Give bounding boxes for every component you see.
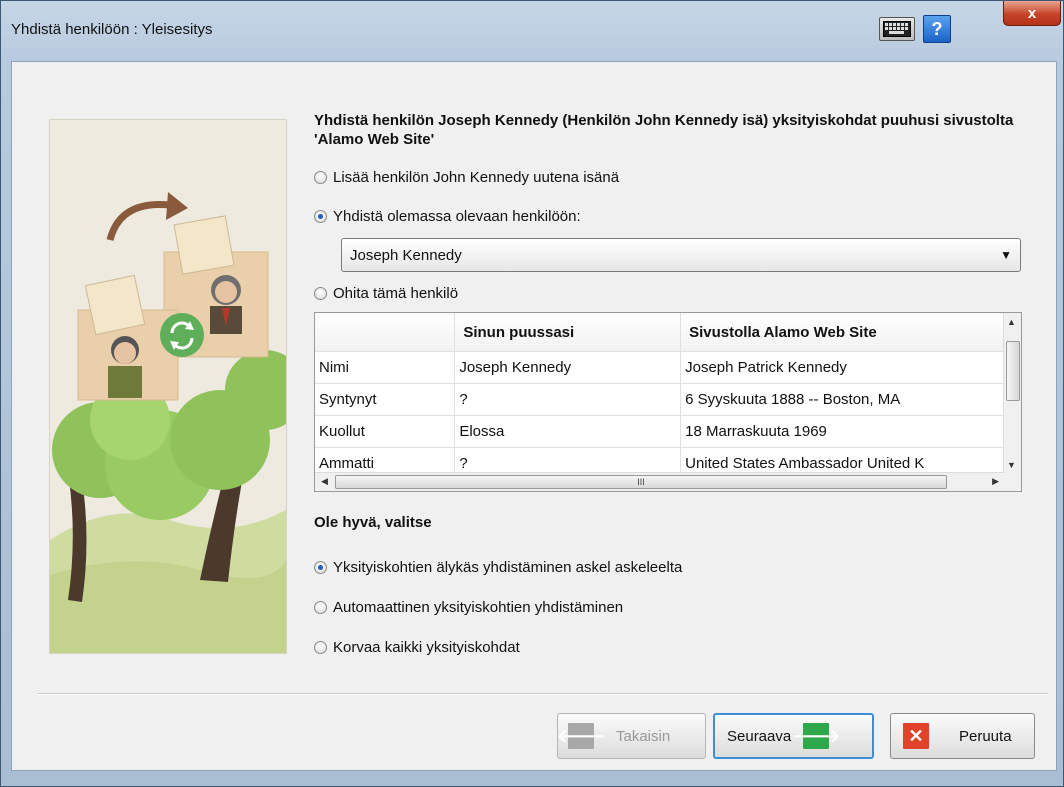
option-smart-merge-label: Yksityiskohtien älykäs yhdistäminen aske…	[333, 559, 683, 576]
table-row[interactable]: Nimi Joseph Kennedy Joseph Patrick Kenne…	[315, 351, 1005, 384]
option-merge-existing-label: Yhdistä olemassa olevaan henkilöön:	[333, 208, 581, 225]
details-table[interactable]: Sinun puussasi Sivustolla Alamo Web Site…	[314, 312, 1022, 492]
cancel-button[interactable]: ✕ Peruuta	[890, 713, 1035, 759]
vertical-scroll-thumb[interactable]	[1006, 341, 1020, 401]
window-bottom-border	[1, 770, 1063, 786]
help-icon: ?	[931, 18, 943, 39]
close-icon: x	[1027, 4, 1037, 22]
option-replace-all[interactable]: Korvaa kaikki yksityiskohdat	[314, 639, 520, 656]
option-add-as-new-label: Lisää henkilön John Kennedy uutena isänä	[333, 169, 620, 186]
arrow-right-icon: 🡒	[792, 723, 840, 749]
option-merge-existing[interactable]: Yhdistä olemassa olevaan henkilöön:	[314, 208, 581, 225]
chevron-down-icon[interactable]: ▼	[1000, 248, 1012, 262]
merge-heading: Yhdistä henkilön Joseph Kennedy (Henkilö…	[314, 112, 1014, 148]
x-icon: ✕	[903, 723, 929, 749]
cancel-button-label: Peruuta	[959, 727, 1012, 745]
table-header-row: Sinun puussasi Sivustolla Alamo Web Site	[315, 313, 1005, 352]
option-smart-merge[interactable]: Yksityiskohtien älykäs yhdistäminen aske…	[314, 559, 682, 576]
column-header-your-tree: Sinun puussasi	[454, 313, 682, 352]
radio-merge-existing[interactable]	[314, 210, 327, 223]
back-button[interactable]: 🡐 Takaisin	[557, 713, 706, 759]
option-auto-merge-label: Automaattinen yksityiskohtien yhdistämin…	[333, 599, 624, 616]
scroll-left-icon[interactable]: ◀	[321, 476, 328, 487]
button-divider	[38, 693, 1048, 695]
back-button-label: Takaisin	[616, 727, 671, 745]
table-cell: Kuollut	[315, 415, 456, 448]
table-cell: Nimi	[315, 351, 456, 384]
option-auto-merge[interactable]: Automaattinen yksityiskohtien yhdistämin…	[314, 599, 623, 616]
title-bar: Yhdistä henkilöön : Yleisesitys ? x	[1, 1, 1063, 61]
table-cell: 6 Syyskuuta 1888 -- Boston, MA	[680, 383, 1005, 416]
merge-illustration	[49, 119, 287, 654]
table-row[interactable]: Syntynyt ? 6 Syyskuuta 1888 -- Boston, M…	[315, 383, 1005, 416]
radio-smart-merge[interactable]	[314, 561, 327, 574]
option-skip-label: Ohita tämä henkilö	[333, 285, 459, 302]
scroll-corner	[1004, 473, 1021, 491]
horizontal-scroll-thumb[interactable]: III	[335, 475, 947, 489]
dialog-window: Yhdistä henkilöön : Yleisesitys ? x Yhdi…	[0, 0, 1064, 787]
close-button[interactable]: x	[1003, 1, 1061, 26]
help-button[interactable]: ?	[923, 15, 951, 43]
arrow-left-icon: 🡐	[557, 723, 605, 749]
horizontal-scrollbar[interactable]: ◀ III ▶	[315, 472, 1005, 491]
person-select-value: Joseph Kennedy	[350, 246, 462, 264]
table-row[interactable]: Kuollut Elossa 18 Marraskuuta 1969	[315, 415, 1005, 448]
table-cell: Joseph Patrick Kennedy	[680, 351, 1005, 384]
radio-replace-all[interactable]	[314, 641, 327, 654]
table-cell: Syntynyt	[315, 383, 456, 416]
radio-add-as-new[interactable]	[314, 171, 327, 184]
window-title: Yhdistä henkilöön : Yleisesitys	[11, 21, 213, 38]
person-select[interactable]: Joseph Kennedy ▼	[341, 238, 1021, 272]
scroll-down-icon[interactable]: ▼	[1007, 460, 1016, 470]
keyboard-icon[interactable]	[879, 17, 915, 41]
table-cell: Elossa	[454, 415, 682, 448]
table-cell: 18 Marraskuuta 1969	[680, 415, 1005, 448]
next-button[interactable]: Seuraava 🡒	[713, 713, 874, 759]
option-add-as-new[interactable]: Lisää henkilön John Kennedy uutena isänä	[314, 169, 619, 186]
scroll-up-icon[interactable]: ▲	[1007, 317, 1016, 327]
table-cell: ?	[454, 383, 682, 416]
sync-icon	[160, 313, 204, 357]
radio-skip[interactable]	[314, 287, 327, 300]
radio-auto-merge[interactable]	[314, 601, 327, 614]
scroll-grip: III	[637, 477, 645, 487]
scroll-right-icon[interactable]: ▶	[992, 476, 999, 487]
dialog-body: Yhdistä henkilön Joseph Kennedy (Henkilö…	[11, 61, 1057, 771]
column-header-field	[315, 313, 456, 352]
next-button-label: Seuraava	[727, 727, 792, 745]
vertical-scrollbar[interactable]: ▲ ▼	[1003, 313, 1021, 474]
choose-label: Ole hyvä, valitse	[314, 514, 432, 531]
option-replace-all-label: Korvaa kaikki yksityiskohdat	[333, 639, 520, 656]
column-header-site: Sivustolla Alamo Web Site	[680, 313, 1005, 352]
option-skip[interactable]: Ohita tämä henkilö	[314, 285, 458, 302]
table-cell: Joseph Kennedy	[454, 351, 682, 384]
